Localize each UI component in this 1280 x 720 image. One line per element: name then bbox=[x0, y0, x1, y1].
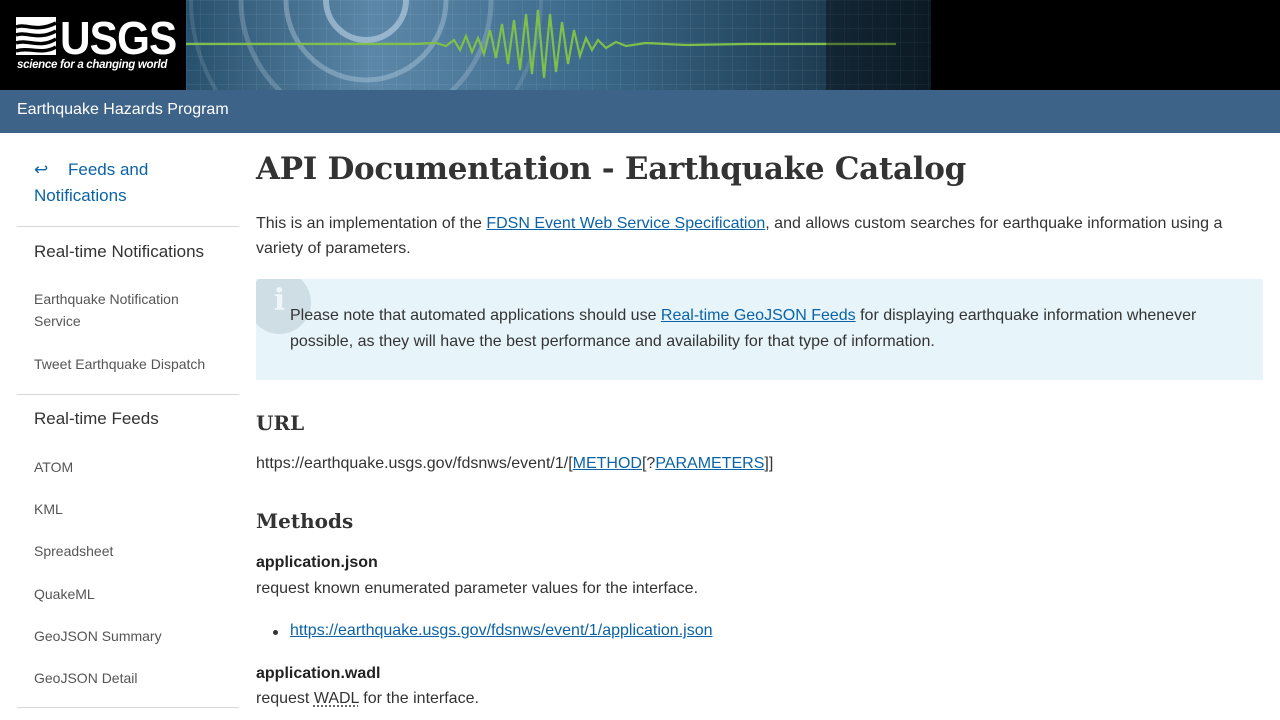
usgs-logo[interactable]: USGS science for a changing world bbox=[0, 0, 186, 90]
intro-paragraph: This is an implementation of the FDSN Ev… bbox=[256, 211, 1266, 261]
method-link[interactable]: METHOD bbox=[573, 455, 642, 472]
method-desc-application-json: request known enumerated parameter value… bbox=[256, 580, 699, 597]
sidebar-divider bbox=[17, 707, 239, 708]
page-title: API Documentation - Earthquake Catalog bbox=[256, 151, 966, 187]
application-json-link[interactable]: https://earthquake.usgs.gov/fdsnws/event… bbox=[290, 622, 712, 640]
sidebar-heading-realtime-feeds: Real-time Feeds bbox=[34, 409, 159, 428]
back-to-feeds-link[interactable]: ↩ Feeds and Notifications bbox=[34, 157, 234, 209]
sidebar-divider bbox=[17, 226, 239, 227]
sidebar-item-atom[interactable]: ATOM bbox=[34, 456, 229, 478]
wadl-desc-after: for the interface. bbox=[358, 690, 479, 707]
method-name-application-wadl: application.wadl bbox=[256, 665, 381, 682]
alert-text: Please note that automated applications … bbox=[290, 303, 1240, 355]
alert-text-before: Please note that automated applications … bbox=[290, 307, 661, 324]
fdsn-spec-link[interactable]: FDSN Event Web Service Specification bbox=[486, 215, 765, 232]
url-heading: URL bbox=[256, 411, 305, 435]
sidebar-item-quakeml[interactable]: QuakeML bbox=[34, 583, 229, 605]
url-template: https://earthquake.usgs.gov/fdsnws/event… bbox=[256, 455, 773, 473]
sidebar-nav: ↩ Feeds and Notifications Real-time Notif… bbox=[17, 133, 239, 720]
sidebar-item-geojson-summary[interactable]: GeoJSON Summary bbox=[34, 625, 229, 647]
sidebar-heading-realtime-notifications: Real-time Notifications bbox=[34, 242, 205, 261]
sidebar-divider bbox=[17, 394, 239, 395]
seismograph-illustration bbox=[186, 0, 931, 90]
sidebar-item-kml[interactable]: KML bbox=[34, 498, 229, 520]
methods-heading: Methods bbox=[256, 509, 354, 533]
sidebar-item-spreadsheet[interactable]: Spreadsheet bbox=[34, 540, 229, 562]
url-mid: [? bbox=[641, 455, 656, 472]
site-header: USGS science for a changing world bbox=[0, 0, 1280, 90]
program-bar: Earthquake Hazards Program bbox=[0, 90, 1280, 133]
realtime-geojson-feeds-link[interactable]: Real-time GeoJSON Feeds bbox=[661, 307, 856, 324]
parameters-link[interactable]: PARAMETERS bbox=[655, 455, 764, 472]
url-suffix: ]] bbox=[764, 455, 774, 472]
method-name-application-json: application.json bbox=[256, 554, 378, 571]
bullet-point bbox=[273, 630, 278, 635]
usgs-tagline: science for a changing world bbox=[17, 59, 168, 71]
wadl-desc-before: request bbox=[256, 690, 314, 707]
usgs-logo-text: USGS bbox=[60, 12, 177, 64]
url-prefix: https://earthquake.usgs.gov/fdsnws/event… bbox=[256, 455, 573, 472]
usgs-wave-icon bbox=[16, 17, 56, 55]
sidebar-item-tweet-earthquake-dispatch[interactable]: Tweet Earthquake Dispatch bbox=[34, 353, 229, 375]
sidebar-item-earthquake-notification-service[interactable]: Earthquake Notification Service bbox=[34, 288, 229, 332]
sidebar-item-geojson-detail[interactable]: GeoJSON Detail bbox=[34, 667, 229, 689]
wadl-abbreviation: WADL bbox=[313, 690, 359, 707]
method-desc-application-wadl: request WADL for the interface. bbox=[256, 690, 479, 708]
seismograph-banner bbox=[186, 0, 931, 90]
intro-text-before: This is an implementation of the bbox=[256, 215, 487, 232]
main-content: API Documentation - Earthquake Catalog T… bbox=[256, 133, 1266, 720]
info-alert: i Please note that automated application… bbox=[256, 279, 1263, 380]
back-arrow-icon: ↩ bbox=[34, 160, 49, 179]
program-home-link[interactable]: Earthquake Hazards Program bbox=[17, 101, 229, 119]
